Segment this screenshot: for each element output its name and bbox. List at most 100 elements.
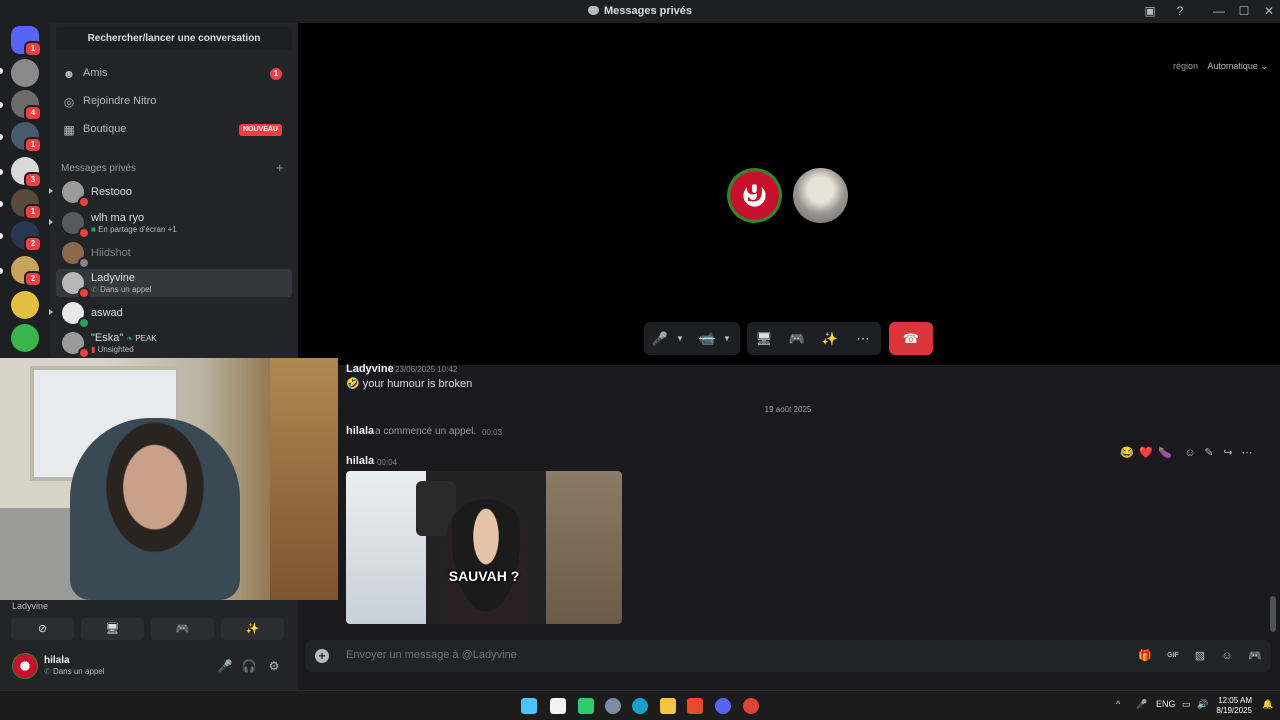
activity-button[interactable]: 🎮 (785, 322, 809, 355)
screen-share-button[interactable]: 🖥 (752, 322, 776, 355)
server-icon[interactable]: 1 (11, 122, 42, 153)
soundboard-button[interactable]: ✨ (818, 322, 842, 355)
controller-icon: 🎮 (175, 623, 190, 635)
network-icon[interactable]: ▭ (1182, 699, 1191, 710)
add-dm-button[interactable]: + (276, 160, 284, 175)
dm-item-ladyvine[interactable]: Ladyvine ✆ Dans un appel (56, 269, 292, 299)
message-author[interactable]: hilala (346, 425, 374, 437)
headphones-icon[interactable]: 🎧 (240, 657, 258, 675)
unread-pill (0, 102, 3, 108)
close-button[interactable]: ✕ (1260, 3, 1278, 20)
gif-icon[interactable]: GIF (1165, 648, 1181, 664)
server-mention-badge: 4 (24, 105, 42, 121)
participant-avatar-ladyvine[interactable] (793, 168, 848, 223)
microphone-icon[interactable]: 🎤 (216, 657, 234, 675)
add-attachment-icon[interactable]: + (315, 649, 329, 663)
dm-subtext-text: En partage d'écran +1 (98, 225, 177, 234)
chat-app-icon[interactable] (578, 698, 594, 714)
dm-item-eska[interactable]: "Eska" ❧ PEAK ▮ Unsighted (56, 329, 292, 359)
server-icon[interactable]: 3 (11, 157, 42, 188)
discord-app-icon[interactable] (715, 698, 731, 714)
sticker-icon[interactable]: ▧ (1192, 648, 1208, 664)
gif-attachment[interactable]: SAUVAH ? (346, 471, 622, 624)
server-icon[interactable] (11, 291, 39, 319)
user-avatar[interactable] (12, 653, 38, 679)
dm-item-hiidshot[interactable]: Hiidshot (56, 239, 292, 269)
notification-bell-icon[interactable]: 🔔 (1262, 699, 1273, 710)
dm-subtext: ✆ Dans un appel (91, 285, 152, 294)
reaction-laugh-button[interactable]: 😂 (1118, 443, 1136, 463)
server-icon[interactable]: 1 (11, 189, 42, 220)
gift-icon[interactable]: 🎁 (1137, 648, 1153, 664)
nav-shop[interactable]: ▦ Boutique NOUVEAU (56, 117, 292, 143)
more-icon[interactable]: ⋯ (1238, 443, 1256, 463)
server-icon[interactable] (11, 324, 39, 352)
help-icon[interactable]: ? (1171, 3, 1189, 20)
message-author[interactable]: hilala (346, 455, 374, 467)
emoji-icon[interactable]: ☺ (1219, 648, 1235, 664)
tray-mic-icon[interactable]: 🎤 (1136, 699, 1147, 710)
reaction-eggplant-button[interactable]: 🍆 (1156, 443, 1174, 463)
camera-options-chevron-icon[interactable]: ▼ (721, 322, 733, 355)
scrollbar[interactable] (1270, 596, 1276, 632)
mic-button[interactable]: 🎤 (648, 322, 672, 355)
nav-friends[interactable]: ☻ Amis 1 (56, 61, 292, 87)
chat-area: Ladyvine 23/06/2025 10:42 🤣 your humour … (298, 363, 1280, 690)
maximize-button[interactable]: ☐ (1235, 3, 1253, 20)
add-reaction-icon[interactable]: ☺ (1181, 443, 1199, 463)
more-options-button[interactable]: ⋯ (851, 322, 875, 355)
hang-up-button[interactable]: ☎ (889, 322, 933, 355)
server-icon[interactable] (11, 59, 39, 87)
activity-button[interactable]: 🎮 (151, 618, 214, 640)
nav-nitro[interactable]: ◎ Rejoindre Nitro (56, 89, 292, 115)
participant-avatar-hilala[interactable]: 9 (727, 168, 782, 223)
status-dot (78, 287, 90, 299)
dm-item-restooo[interactable]: Restooo (49, 178, 292, 208)
camera-button[interactable]: 📹 (695, 322, 719, 355)
chrome-browser-icon[interactable] (743, 698, 759, 714)
apps-icon[interactable]: 🎮 (1247, 648, 1263, 664)
brave-browser-icon[interactable] (687, 698, 703, 714)
nav-nitro-label: Rejoindre Nitro (83, 95, 157, 107)
mic-options-chevron-icon[interactable]: ▼ (674, 322, 686, 355)
start-windows-icon[interactable] (521, 698, 537, 714)
forward-icon[interactable]: ↪ (1219, 443, 1237, 463)
system-message-text: a commencé un appel. (375, 426, 477, 437)
server-icon[interactable]: 2 (11, 221, 42, 252)
window-title: Messages privés (0, 5, 1280, 17)
server-icon[interactable]: 2 (11, 256, 42, 287)
search-conversation-button[interactable]: Rechercher/lancer une conversation (56, 27, 292, 50)
game-icon: ▮ (91, 345, 98, 354)
tray-overflow-icon[interactable]: ^ (1116, 699, 1120, 709)
screen-share-button[interactable]: 🖥 (81, 618, 144, 640)
date-divider: 19 août 2025 (764, 405, 812, 414)
language-indicator[interactable]: ENG (1156, 699, 1176, 709)
volume-icon[interactable]: 🔊 (1197, 699, 1208, 710)
calendar-app-icon[interactable] (550, 698, 566, 714)
camera-toggle-button[interactable]: ⊘ (11, 618, 74, 640)
status-dot (78, 196, 90, 208)
inbox-icon[interactable]: ▣ (1141, 3, 1159, 20)
chevron-down-icon: ⌄ (1260, 61, 1268, 71)
message-input[interactable] (346, 649, 846, 661)
call-area: région Automatique ⌄ 9 🎤 ▼ 📹 ▼ 🖥 🎮 ✨ ⋯ ☎ (298, 23, 1280, 365)
voice-channel-name: Ladyvine (12, 601, 49, 611)
settings-app-icon[interactable] (605, 698, 621, 714)
region-select[interactable]: Automatique ⌄ (1207, 61, 1268, 72)
minimize-button[interactable]: — (1210, 3, 1228, 20)
file-explorer-icon[interactable] (660, 698, 676, 714)
reaction-heart-button[interactable]: ❤️ (1137, 443, 1155, 463)
dm-item-wlh-ma-ryo[interactable]: wlh ma ryo ■ En partage d'écran +1 (49, 209, 292, 239)
unread-indicator (49, 309, 53, 315)
settings-gear-icon[interactable]: ⚙ (265, 657, 283, 675)
soundboard-button[interactable]: ✨ (221, 618, 284, 640)
screen-share-icon: 🖥 (105, 623, 120, 635)
unread-pill (0, 233, 3, 239)
dm-item-aswad[interactable]: aswad (49, 299, 292, 329)
edge-browser-icon[interactable] (632, 698, 648, 714)
server-icon[interactable]: 1 (11, 26, 42, 57)
message-author[interactable]: Ladyvine (346, 363, 394, 375)
server-icon[interactable]: 4 (11, 90, 42, 121)
edit-icon[interactable]: ✎ (1200, 443, 1218, 463)
system-clock[interactable]: 12:05 AM 8/19/2025 (1216, 696, 1252, 716)
